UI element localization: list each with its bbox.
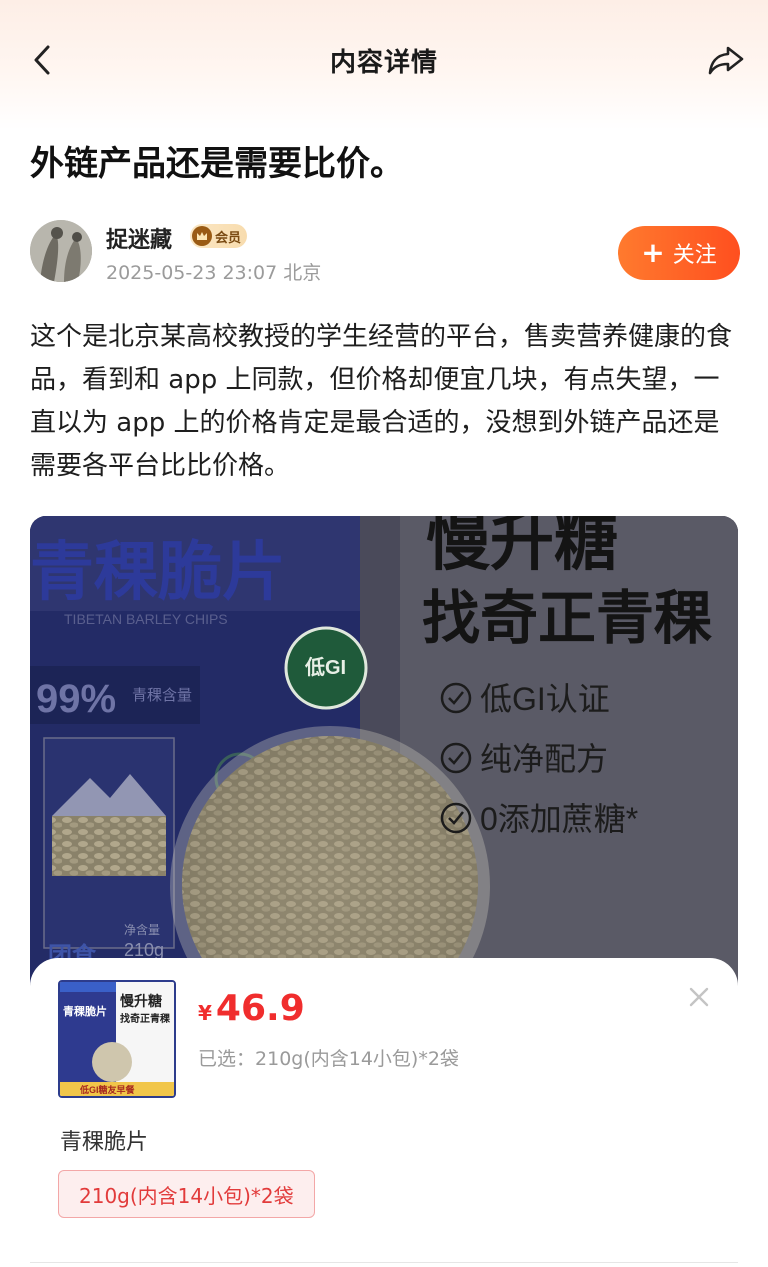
net-weight-label: 净含量: [124, 922, 160, 937]
thumb-footer: 低GI糖友早餐: [79, 1084, 136, 1095]
back-icon[interactable]: [26, 42, 62, 78]
share-icon[interactable]: [706, 42, 746, 78]
product-price: ¥46.9: [198, 988, 305, 1029]
post-title: 外链产品还是需要比价。: [30, 144, 404, 184]
plus-icon: +: [641, 236, 665, 269]
package-title: 青稞脆片: [30, 536, 286, 608]
package-subtitle: TIBETAN BARLEY CHIPS: [64, 611, 228, 627]
crown-icon: [192, 226, 212, 246]
product-thumbnail[interactable]: 青稞脆片 慢升糖 找奇正青稞 低GI糖友早餐: [58, 980, 176, 1098]
divider: [30, 1262, 738, 1263]
price-value: 46.9: [215, 988, 305, 1029]
close-icon[interactable]: [686, 984, 712, 1010]
currency-symbol: ¥: [198, 1001, 212, 1025]
feature-1: 低GI认证: [480, 681, 610, 717]
post-image[interactable]: 青稞脆片 TIBETAN BARLEY CHIPS 99% 青稞含量 团食 净含…: [30, 516, 738, 1006]
headline-2: 找奇正青稞: [422, 586, 712, 651]
avatar[interactable]: [30, 220, 92, 282]
post-meta: 2025-05-23 23:07 北京: [106, 258, 321, 285]
post-body: 这个是北京某高校教授的学生经营的平台，售卖营养健康的食品，看到和 app 上同款…: [30, 322, 733, 481]
page-title: 内容详情: [329, 47, 438, 78]
thumb-title: 青稞脆片: [63, 1004, 107, 1018]
nav-bar: 内容详情: [0, 20, 768, 100]
post-date: 2025-05-23 23:07: [106, 262, 278, 284]
author-row: 捉迷藏 会员 2025-05-23 23:07 北京 + 关注: [30, 218, 740, 288]
headline-1: 慢升糖: [426, 516, 618, 578]
net-weight: 210g: [124, 940, 164, 960]
selected-label: 已选：: [198, 1048, 256, 1070]
follow-label: 关注: [672, 243, 717, 268]
member-badge-label: 会员: [215, 230, 242, 246]
selected-spec: 已选：210g(内含14小包)*2袋: [198, 1044, 459, 1071]
selected-value: 210g(内含14小包)*2袋: [255, 1048, 459, 1070]
package-percent-label: 青稞含量: [132, 687, 192, 704]
product-name: 青稞脆片: [60, 1130, 149, 1155]
member-badge: 会员: [190, 224, 248, 248]
post-location: 北京: [283, 262, 322, 284]
author-name[interactable]: 捉迷藏: [106, 222, 172, 254]
product-card[interactable]: 青稞脆片 慢升糖 找奇正青稞 低GI糖友早餐 ¥46.9 已选：210g(内含1…: [30, 958, 738, 1262]
thumb-subtitle: 找奇正青稞: [120, 1012, 171, 1025]
follow-button[interactable]: + 关注: [618, 226, 740, 280]
thumb-headline: 慢升糖: [120, 993, 162, 1009]
feature-3: 0添加蔗糖*: [480, 801, 638, 837]
feature-2: 纯净配方: [480, 741, 608, 777]
spec-option[interactable]: 210g(内含14小包)*2袋: [58, 1170, 315, 1218]
gi-badge: 低GI: [304, 655, 346, 679]
package-percent: 99%: [36, 677, 116, 721]
